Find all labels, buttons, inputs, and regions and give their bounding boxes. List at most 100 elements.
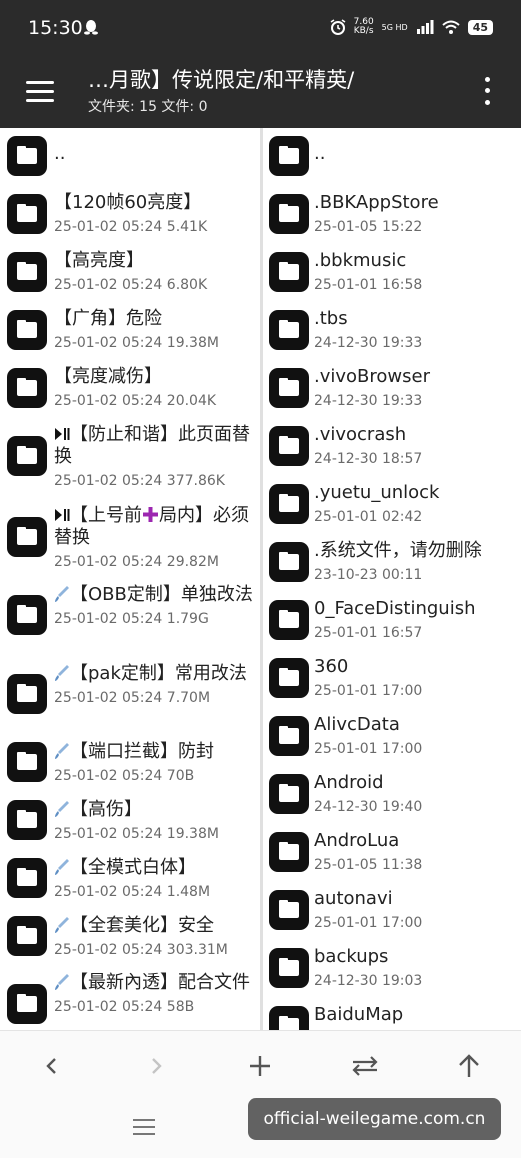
item-name: AlivcData	[314, 714, 400, 735]
folder-icon	[269, 948, 309, 988]
folder-icon	[7, 252, 47, 292]
item-meta: 25-01-02 05:24 5.41K	[54, 219, 208, 235]
back-icon	[46, 1058, 56, 1074]
add-button[interactable]	[240, 1046, 280, 1086]
status-indicators: 7.60 KB/s 5G HD 45	[330, 18, 493, 36]
folder-icon	[269, 194, 309, 234]
item-name: .BBKAppStore	[314, 192, 439, 213]
item-name: 【全模式白体】	[54, 857, 254, 879]
network-type: 5G HD	[381, 22, 408, 32]
folder-icon	[269, 774, 309, 814]
nav-menu-icon[interactable]	[133, 1117, 157, 1137]
forward-button[interactable]	[136, 1046, 176, 1086]
item-name: .vivocrash	[314, 424, 407, 445]
item-meta: 24-12-30 19:33	[314, 335, 423, 351]
item-meta: 24-12-30 18:57	[314, 451, 423, 467]
bottom-toolbar	[0, 1030, 521, 1100]
item-meta: 24-12-30 19:03	[314, 973, 423, 989]
item-name: 【上号前 局内】必须替换	[54, 505, 249, 548]
folder-icon	[269, 542, 309, 582]
folder-icon	[269, 600, 309, 640]
item-meta: 25-01-01 17:00	[314, 741, 423, 757]
hamburger-menu-icon[interactable]	[22, 74, 58, 110]
more-options-icon[interactable]	[479, 74, 495, 108]
brush-icon	[55, 665, 69, 681]
qq-notification-icon	[84, 20, 98, 35]
watermark: official-weilegame.com.cn	[248, 1098, 501, 1140]
item-name: 【高亮度】	[54, 250, 144, 271]
up-directory-button[interactable]	[449, 1046, 489, 1086]
item-meta: 25-01-01 16:57	[314, 625, 423, 641]
folder-icon	[269, 1006, 309, 1030]
item-name: 【120帧60亮度】	[54, 192, 202, 213]
item-name: 【pak定制】常用改法	[54, 663, 254, 685]
folder-icon	[269, 832, 309, 872]
swap-panes-button[interactable]	[345, 1046, 385, 1086]
back-button[interactable]	[32, 1046, 72, 1086]
item-meta: 25-01-02 05:24 7.70M	[54, 690, 211, 706]
folder-file-count: 文件夹: 15 文件: 0	[88, 99, 208, 115]
item-name: 【全套美化】安全	[54, 915, 254, 937]
item-name: 【高伤】	[54, 799, 254, 821]
folder-icon	[269, 716, 309, 756]
right-file-pane[interactable]: .. .BBKAppStore 25-01-05 15:22 .bbkmusic…	[263, 128, 521, 1030]
item-meta: 25-01-02 05:24 70B	[54, 768, 195, 784]
item-name: BaiduMap	[314, 1004, 404, 1025]
item-name: .yuetu_unlock	[314, 482, 440, 503]
item-name: 360	[314, 656, 349, 677]
item-name: 【广角】危险	[54, 308, 162, 329]
folder-icon	[7, 368, 47, 408]
item-meta: 25-01-02 05:24 20.04K	[54, 393, 217, 409]
plus-icon	[143, 507, 158, 522]
brush-icon	[55, 859, 69, 875]
item-meta: 25-01-05 15:22	[314, 219, 423, 235]
play-pause-icon	[55, 428, 70, 440]
item-meta: 24-12-30 19:40	[314, 799, 423, 815]
item-name: 【防止和谐】此页面替换	[54, 424, 250, 467]
current-path-title: …月歌】传说限定/和平精英/	[88, 68, 355, 92]
folder-icon	[7, 984, 47, 1024]
swap-icon	[352, 1056, 378, 1076]
item-meta: 25-01-01 02:42	[314, 509, 423, 525]
left-file-pane[interactable]: .. 【120帧60亮度】 25-01-02 05:24 5.41K 【高亮度】…	[0, 128, 260, 1030]
item-meta: 25-01-02 05:24 19.38M	[54, 335, 219, 351]
item-meta: 25-01-01 17:00	[314, 683, 423, 699]
item-name: 【最新內透】配合文件	[54, 972, 254, 994]
net-speed: 7.60 KB/s	[353, 17, 374, 36]
brush-icon	[55, 801, 69, 817]
brush-icon	[55, 586, 69, 602]
item-meta: 25-01-01 17:00	[314, 915, 423, 931]
item-meta: 25-01-02 05:24 19.38M	[54, 826, 219, 842]
item-meta: 25-01-02 05:24 377.86K	[54, 473, 225, 489]
folder-icon	[269, 426, 309, 466]
item-meta: 25-01-02 05:24 6.80K	[54, 277, 208, 293]
play-pause-icon	[55, 509, 70, 521]
folder-icon	[269, 252, 309, 292]
signal-icon	[416, 20, 434, 34]
folder-icon	[269, 484, 309, 524]
app-bar: …月歌】传说限定/和平精英/ 文件夹: 15 文件: 0	[0, 58, 521, 128]
status-time: 15:30	[28, 17, 83, 39]
item-meta: 25-01-02 05:24 58B	[54, 999, 195, 1015]
item-meta: 25-01-02 05:24 1.48M	[54, 884, 211, 900]
folder-icon	[7, 194, 47, 234]
folder-icon	[269, 136, 309, 176]
item-meta: 24-12-30 19:33	[314, 393, 423, 409]
folder-icon	[7, 674, 47, 714]
brush-icon	[55, 917, 69, 933]
item-name: Android	[314, 772, 384, 793]
folder-icon	[269, 658, 309, 698]
folder-icon	[7, 517, 47, 557]
item-meta: 23-10-23 00:11	[314, 567, 423, 583]
dual-pane-container: .. 【120帧60亮度】 25-01-02 05:24 5.41K 【高亮度】…	[0, 128, 521, 1030]
alarm-icon	[330, 19, 346, 35]
forward-icon	[152, 1058, 162, 1074]
item-name: .vivoBrowser	[314, 366, 430, 387]
folder-icon	[269, 310, 309, 350]
item-meta: 25-01-01 16:58	[314, 277, 423, 293]
folder-icon	[7, 136, 47, 176]
item-name: 【端口拦截】防封	[54, 741, 254, 763]
item-name: .系统文件，请勿删除	[314, 540, 482, 561]
folder-icon	[7, 595, 47, 635]
battery-indicator: 45	[467, 19, 493, 35]
